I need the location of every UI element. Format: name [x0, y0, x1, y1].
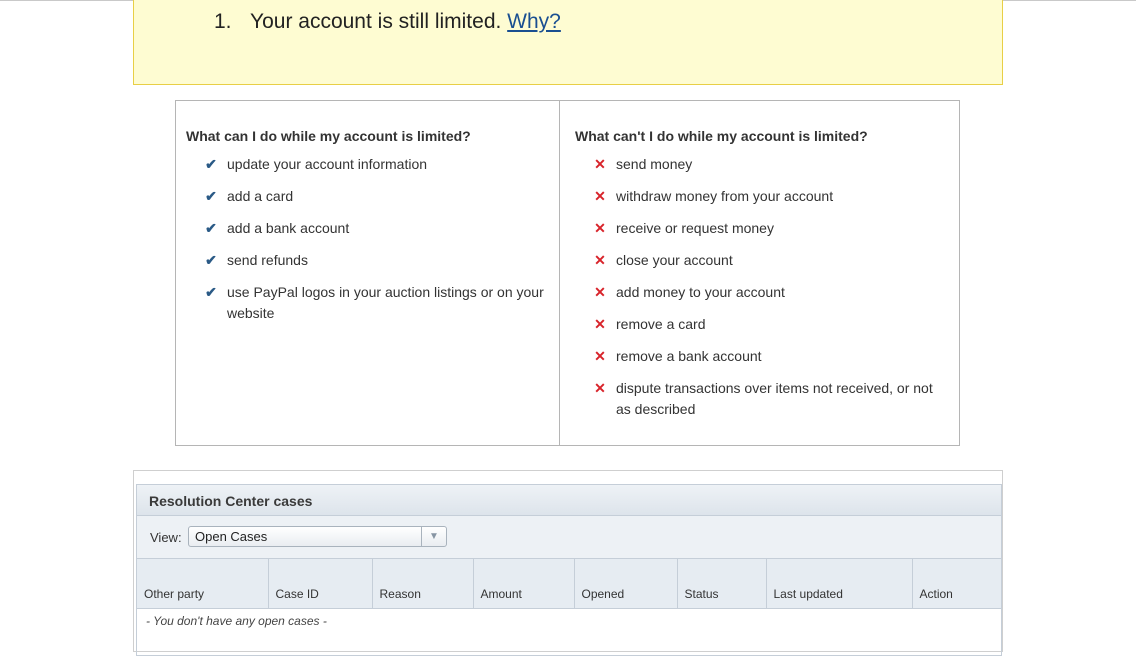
- view-label: View:: [150, 530, 182, 545]
- list-item-label: send money: [616, 156, 693, 172]
- cannot-do-list: ✕ send money ✕ withdraw money from your ac…: [575, 154, 959, 420]
- column-header-case-id[interactable]: Case ID: [268, 559, 373, 609]
- resolution-title: Resolution Center cases: [149, 493, 313, 509]
- notice-line: 1. Your account is still limited. Why?: [214, 10, 561, 34]
- list-item: ✕ send money: [575, 154, 959, 175]
- list-item-label: update your account information: [227, 156, 428, 172]
- x-icon: ✕: [594, 380, 606, 396]
- chevron-down-icon[interactable]: ▼: [421, 527, 446, 546]
- list-item: ✔ add a card: [186, 186, 559, 207]
- checkmark-icon: ✔: [205, 156, 217, 172]
- column-header-status[interactable]: Status: [677, 559, 767, 609]
- can-do-heading: What can I do while my account is limite…: [186, 128, 471, 144]
- column-header-amount[interactable]: Amount: [473, 559, 575, 609]
- x-icon: ✕: [594, 220, 606, 236]
- x-icon: ✕: [594, 316, 606, 332]
- list-item: ✕ withdraw money from your account: [575, 186, 959, 207]
- list-item-label: withdraw money from your account: [616, 188, 834, 204]
- list-item-label: use PayPal logos in your auction listing…: [227, 284, 544, 321]
- list-item-label: receive or request money: [616, 220, 774, 236]
- empty-cases-message: - You don't have any open cases -: [146, 614, 327, 628]
- resolution-center-box: Resolution Center cases View: Open Cases…: [136, 484, 1002, 656]
- can-do-list: ✔ update your account information ✔ add a …: [186, 154, 559, 324]
- list-item: ✕ remove a card: [575, 314, 959, 335]
- list-item: ✕ dispute transactions over items not rec…: [575, 378, 959, 420]
- checkmark-icon: ✔: [205, 252, 217, 268]
- column-header-opened[interactable]: Opened: [574, 559, 678, 609]
- limitations-panel: What can I do while my account is limite…: [175, 100, 960, 446]
- table-header-row: Other party Case ID Reason Amount Opened…: [137, 559, 1001, 609]
- cannot-do-heading: What can't I do while my account is limi…: [575, 128, 868, 144]
- checkmark-icon: ✔: [205, 284, 217, 300]
- list-item-label: add a bank account: [227, 220, 350, 236]
- resolution-header: Resolution Center cases: [137, 485, 1001, 516]
- x-icon: ✕: [594, 348, 606, 364]
- account-limited-notice: 1. Your account is still limited. Why?: [133, 0, 1003, 85]
- list-item: ✔ use PayPal logos in your auction listin…: [186, 282, 559, 324]
- notice-text: Your account is still limited.: [250, 10, 508, 33]
- list-item-label: remove a bank account: [616, 348, 762, 364]
- list-item: ✔ send refunds: [186, 250, 559, 271]
- list-item: ✔ update your account information: [186, 154, 559, 175]
- list-item: ✕ add money to your account: [575, 282, 959, 303]
- checkmark-icon: ✔: [205, 188, 217, 204]
- column-header-last-updated[interactable]: Last updated: [766, 559, 913, 609]
- x-icon: ✕: [594, 188, 606, 204]
- view-select-value: Open Cases: [195, 529, 268, 544]
- list-item-label: dispute transactions over items not rece…: [616, 380, 933, 417]
- list-item-label: close your account: [616, 252, 733, 268]
- list-item-label: add money to your account: [616, 284, 785, 300]
- list-item: ✕ receive or request money: [575, 218, 959, 239]
- checkmark-icon: ✔: [205, 220, 217, 236]
- table-row: - You don't have any open cases -: [137, 609, 1001, 645]
- list-item: ✔ add a bank account: [186, 218, 559, 239]
- x-icon: ✕: [594, 156, 606, 172]
- list-item-label: remove a card: [616, 316, 706, 332]
- x-icon: ✕: [594, 252, 606, 268]
- view-select[interactable]: Open Cases ▼: [188, 526, 447, 547]
- resolution-center-section: Resolution Center cases View: Open Cases…: [133, 470, 1003, 656]
- list-item: ✕ close your account: [575, 250, 959, 271]
- x-icon: ✕: [594, 284, 606, 300]
- column-header-action: Action: [912, 559, 1001, 609]
- cannot-do-column: What can't I do while my account is limi…: [560, 101, 959, 445]
- can-do-column: What can I do while my account is limite…: [176, 101, 560, 445]
- cases-table: Other party Case ID Reason Amount Opened…: [137, 559, 1001, 644]
- list-item: ✕ remove a bank account: [575, 346, 959, 367]
- list-item-label: add a card: [227, 188, 294, 204]
- column-header-reason[interactable]: Reason: [372, 559, 474, 609]
- why-link[interactable]: Why?: [507, 10, 561, 33]
- notice-number: 1.: [214, 10, 232, 33]
- column-header-other-party[interactable]: Other party: [137, 559, 269, 609]
- list-item-label: send refunds: [227, 252, 308, 268]
- view-filter-bar: View: Open Cases ▼: [137, 516, 1001, 559]
